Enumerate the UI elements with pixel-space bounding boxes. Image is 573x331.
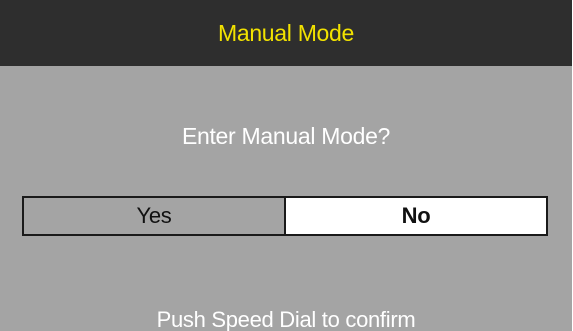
dialog-title: Manual Mode xyxy=(217,20,355,46)
confirm-hint: Push Speed Dial to confirm xyxy=(156,307,416,331)
no-option[interactable]: No xyxy=(286,198,546,234)
dialog-prompt: Enter Manual Mode? xyxy=(181,123,391,149)
choice-row: Yes No xyxy=(22,196,548,236)
no-option-label: No xyxy=(401,203,431,228)
manual-mode-dialog: Manual Mode Enter Manual Mode? Yes No Pu… xyxy=(0,0,572,331)
title-bar: Manual Mode xyxy=(0,0,572,66)
yes-option[interactable]: Yes xyxy=(24,198,286,234)
yes-option-label: Yes xyxy=(136,203,172,228)
